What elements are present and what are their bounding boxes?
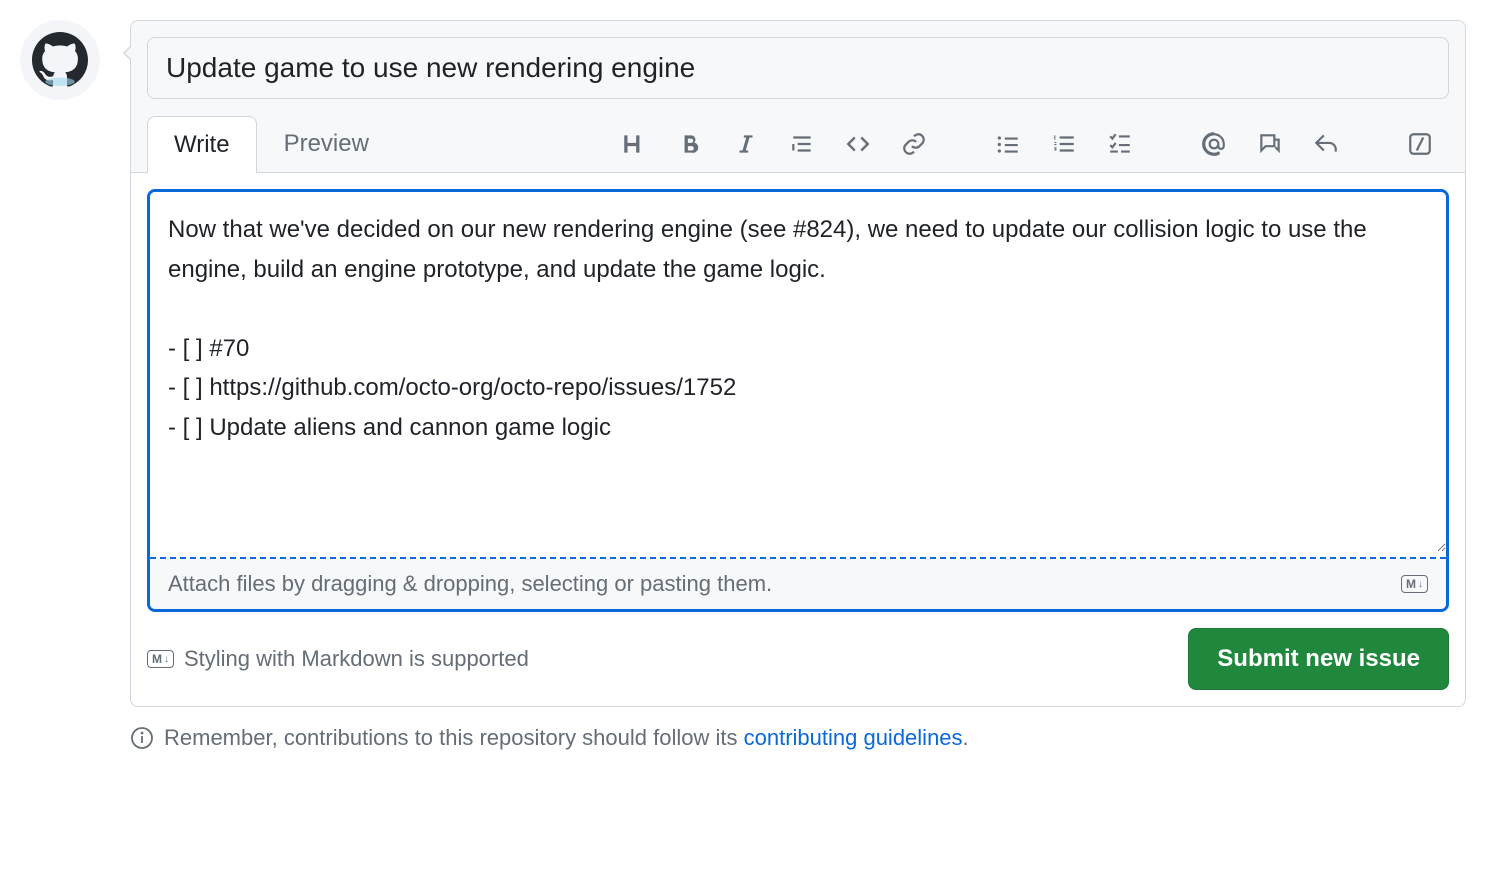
submit-new-issue-button[interactable]: Submit new issue bbox=[1188, 628, 1449, 690]
avatar bbox=[20, 20, 100, 100]
reply-icon bbox=[1313, 131, 1339, 157]
numbered-list-icon bbox=[1051, 131, 1077, 157]
ordered-list-button[interactable] bbox=[1047, 127, 1081, 161]
markdown-note-text: Styling with Markdown is supported bbox=[184, 646, 529, 672]
mention-button[interactable] bbox=[1197, 127, 1231, 161]
markdown-support-note[interactable]: M↓ Styling with Markdown is supported bbox=[147, 646, 529, 672]
markdown-badge-icon: M↓ bbox=[1401, 575, 1428, 593]
slash-commands-button[interactable] bbox=[1403, 127, 1437, 161]
code-icon bbox=[845, 131, 871, 157]
quote-button[interactable] bbox=[785, 127, 819, 161]
panel-header: Write Preview bbox=[131, 21, 1465, 172]
contrib-prefix: Remember, contributions to this reposito… bbox=[164, 725, 744, 750]
quote-icon bbox=[789, 131, 815, 157]
task-list-button[interactable] bbox=[1103, 127, 1137, 161]
bullet-list-icon bbox=[995, 131, 1021, 157]
formatting-toolbar bbox=[617, 127, 1449, 161]
tasklist-icon bbox=[1107, 131, 1133, 157]
bold-button[interactable] bbox=[673, 127, 707, 161]
markdown-badge-icon: M↓ bbox=[147, 650, 174, 668]
slash-icon bbox=[1407, 131, 1433, 157]
tab-write[interactable]: Write bbox=[147, 116, 257, 173]
editor-box: Attach files by dragging & dropping, sel… bbox=[147, 189, 1449, 612]
issue-form-panel: Write Preview bbox=[130, 20, 1466, 707]
reply-button[interactable] bbox=[1309, 127, 1343, 161]
issue-title-input[interactable] bbox=[147, 37, 1449, 99]
attach-files-bar[interactable]: Attach files by dragging & dropping, sel… bbox=[150, 559, 1446, 609]
contributing-guidelines-link[interactable]: contributing guidelines bbox=[744, 725, 963, 750]
contrib-suffix: . bbox=[963, 725, 969, 750]
issue-body-textarea[interactable] bbox=[150, 192, 1446, 552]
contributing-note: Remember, contributions to this reposito… bbox=[130, 725, 1466, 751]
attach-hint-text: Attach files by dragging & dropping, sel… bbox=[168, 571, 772, 597]
cross-reference-icon bbox=[1257, 131, 1283, 157]
editor-wrap: Attach files by dragging & dropping, sel… bbox=[131, 172, 1465, 628]
octocat-icon bbox=[32, 32, 88, 88]
code-button[interactable] bbox=[841, 127, 875, 161]
italic-button[interactable] bbox=[729, 127, 763, 161]
info-icon bbox=[130, 726, 154, 750]
tab-preview[interactable]: Preview bbox=[257, 115, 396, 172]
mention-icon bbox=[1201, 131, 1227, 157]
italic-icon bbox=[733, 131, 759, 157]
tabs-row: Write Preview bbox=[147, 115, 1449, 172]
cross-reference-button[interactable] bbox=[1253, 127, 1287, 161]
bold-icon bbox=[677, 131, 703, 157]
heading-icon bbox=[621, 131, 647, 157]
unordered-list-button[interactable] bbox=[991, 127, 1025, 161]
heading-button[interactable] bbox=[617, 127, 651, 161]
form-footer: M↓ Styling with Markdown is supported Su… bbox=[131, 628, 1465, 706]
editor-tabs: Write Preview bbox=[147, 115, 396, 172]
link-icon bbox=[901, 131, 927, 157]
link-button[interactable] bbox=[897, 127, 931, 161]
